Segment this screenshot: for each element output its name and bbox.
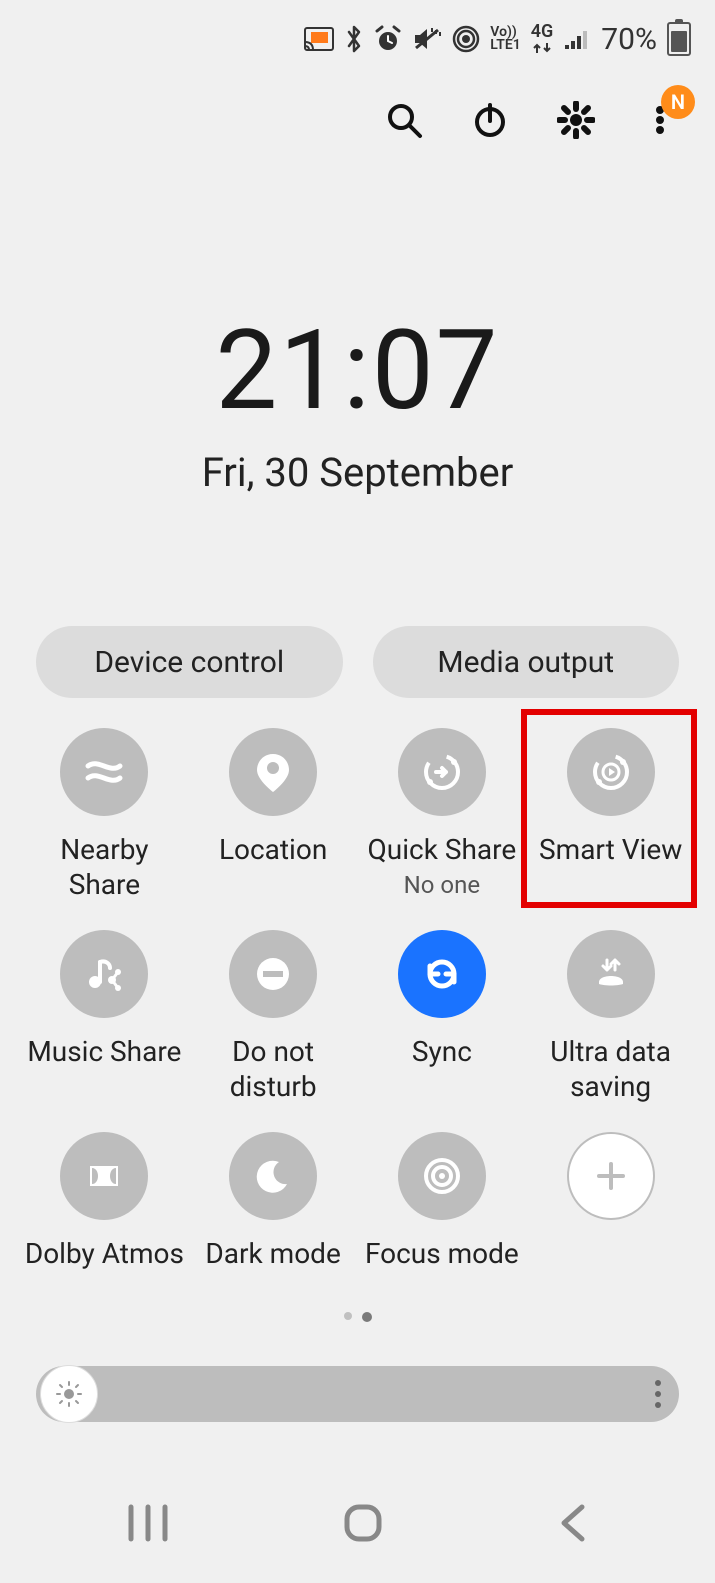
tile-label: Smart View bbox=[535, 832, 686, 867]
tile-smart-view[interactable]: Smart View bbox=[526, 728, 695, 902]
smart-view-icon bbox=[567, 728, 655, 816]
network-label: 4G bbox=[531, 23, 554, 55]
focus-target-icon bbox=[398, 1132, 486, 1220]
page-indicator bbox=[0, 1312, 715, 1322]
device-control-button[interactable]: Device control bbox=[36, 626, 343, 698]
power-icon[interactable] bbox=[471, 101, 509, 139]
signal-icon bbox=[563, 27, 591, 51]
battery-percent: 70% bbox=[601, 22, 657, 57]
tile-label: Quick Share bbox=[364, 832, 521, 867]
tile-music-share[interactable]: Music Share bbox=[20, 930, 189, 1104]
quick-settings-grid: Nearby Share Location Quick Share No one bbox=[0, 698, 715, 1302]
data-saving-icon bbox=[567, 930, 655, 1018]
brightness-slider[interactable] bbox=[36, 1366, 679, 1422]
overflow-menu-icon[interactable]: N bbox=[643, 103, 677, 137]
top-action-row: N bbox=[0, 60, 715, 156]
tile-add[interactable] bbox=[526, 1132, 695, 1302]
brightness-thumb[interactable] bbox=[40, 1365, 98, 1423]
tile-sync[interactable]: Sync bbox=[358, 930, 527, 1104]
tile-dnd[interactable]: Do not disturb bbox=[189, 930, 358, 1104]
tile-label: Dolby Atmos bbox=[21, 1236, 188, 1271]
tile-location[interactable]: Location bbox=[189, 728, 358, 902]
clock-area: 21:07 Fri, 30 September bbox=[0, 306, 715, 496]
tile-label: Focus mode bbox=[361, 1236, 523, 1271]
tile-label: Location bbox=[215, 832, 331, 867]
nav-recents-icon[interactable] bbox=[125, 1503, 171, 1543]
alarm-icon bbox=[374, 25, 402, 53]
music-share-icon bbox=[60, 930, 148, 1018]
tile-label: Sync bbox=[408, 1034, 476, 1069]
tile-dolby-atmos[interactable]: Dolby Atmos bbox=[20, 1132, 189, 1302]
tile-label: Nearby Share bbox=[20, 832, 189, 902]
tile-nearby-share[interactable]: Nearby Share bbox=[20, 728, 189, 902]
sync-icon bbox=[398, 930, 486, 1018]
search-icon[interactable] bbox=[385, 101, 423, 139]
page-dot-active bbox=[362, 1312, 372, 1322]
tile-dark-mode[interactable]: Dark mode bbox=[189, 1132, 358, 1302]
sun-icon bbox=[56, 1381, 82, 1407]
moon-icon bbox=[229, 1132, 317, 1220]
tile-label: Ultra data saving bbox=[526, 1034, 695, 1104]
tile-label: Music Share bbox=[23, 1034, 185, 1069]
tile-sublabel: No one bbox=[404, 871, 480, 899]
volte-label: Vo)) LTE1 bbox=[490, 26, 520, 51]
clock-date: Fri, 30 September bbox=[0, 449, 715, 496]
hotspot-icon bbox=[452, 25, 480, 53]
tile-label: Do not disturb bbox=[189, 1034, 358, 1104]
plus-icon bbox=[567, 1132, 655, 1220]
navigation-bar bbox=[0, 1463, 715, 1583]
nav-back-icon[interactable] bbox=[556, 1501, 590, 1545]
dolby-icon bbox=[60, 1132, 148, 1220]
clock-time: 21:07 bbox=[0, 306, 715, 435]
settings-gear-icon[interactable] bbox=[557, 101, 595, 139]
dnd-icon bbox=[229, 930, 317, 1018]
bluetooth-icon bbox=[344, 25, 364, 53]
location-pin-icon bbox=[229, 728, 317, 816]
nav-home-icon[interactable] bbox=[341, 1501, 385, 1545]
brightness-slider-wrap bbox=[36, 1366, 679, 1422]
tile-ultra-data-saving[interactable]: Ultra data saving bbox=[526, 930, 695, 1104]
battery-icon bbox=[667, 22, 691, 56]
page-dot bbox=[344, 1312, 352, 1320]
tile-focus-mode[interactable]: Focus mode bbox=[358, 1132, 527, 1302]
status-bar: Vo)) LTE1 4G 70% bbox=[0, 0, 715, 60]
brightness-menu-icon[interactable] bbox=[655, 1380, 661, 1408]
nearby-share-icon bbox=[60, 728, 148, 816]
media-output-button[interactable]: Media output bbox=[373, 626, 680, 698]
mute-icon bbox=[412, 26, 442, 52]
notification-badge: N bbox=[661, 85, 695, 119]
pill-row: Device control Media output bbox=[0, 626, 715, 698]
quick-share-icon bbox=[398, 728, 486, 816]
tile-quick-share[interactable]: Quick Share No one bbox=[358, 728, 527, 902]
cast-icon bbox=[304, 27, 334, 51]
tile-label: Dark mode bbox=[201, 1236, 344, 1271]
